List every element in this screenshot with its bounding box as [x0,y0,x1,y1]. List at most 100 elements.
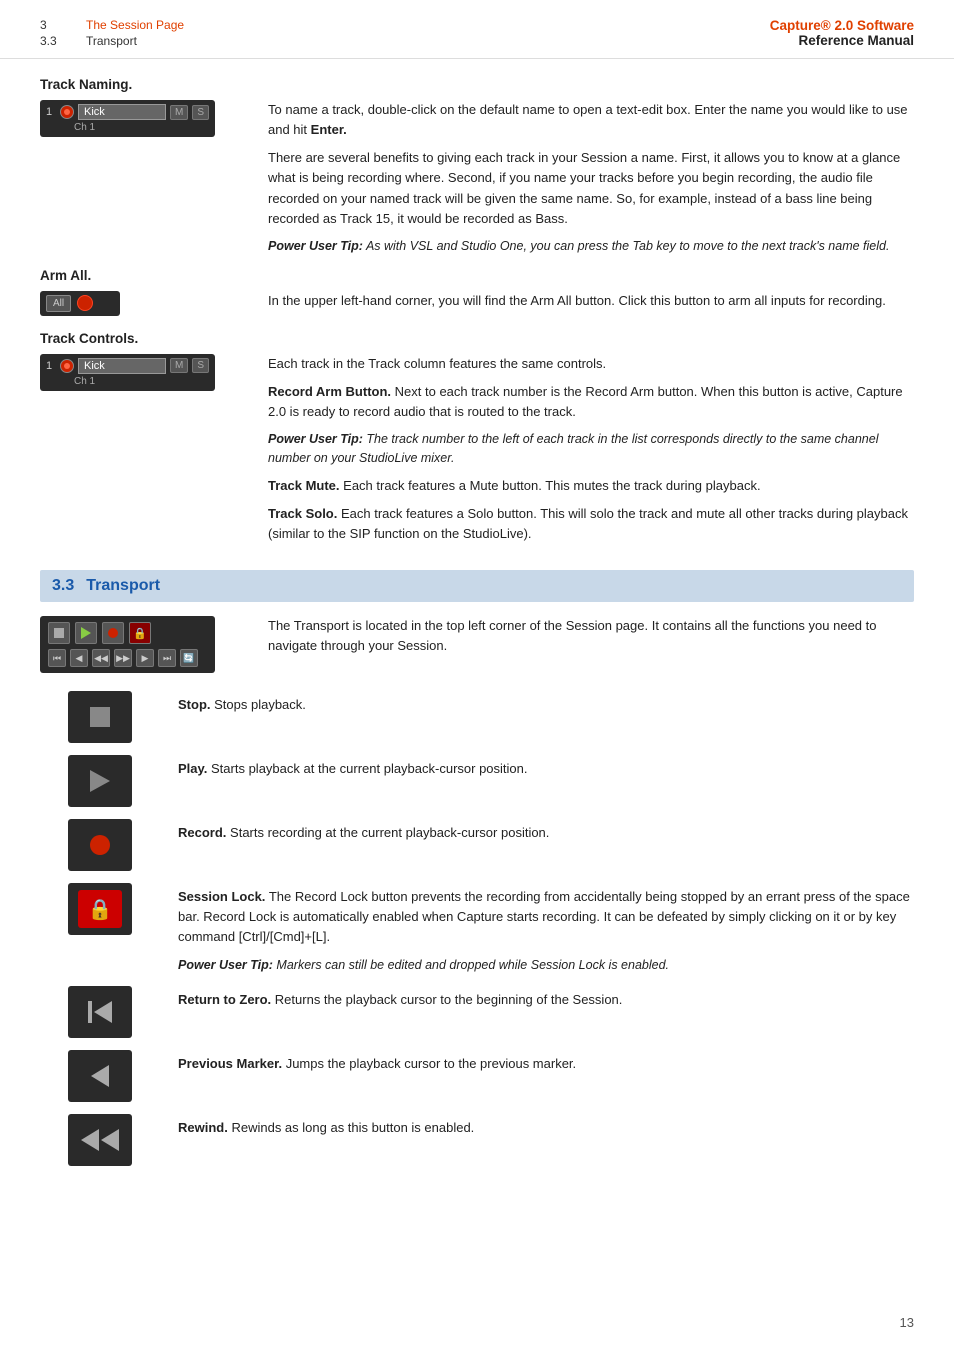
section-33-title: Transport [86,577,160,595]
rewind-icon-box [68,1114,132,1166]
play-icon-box [68,755,132,807]
lock-icon: 🔒 [78,890,122,928]
transport-rewind-text: Rewind. Rewinds as long as this button i… [178,1110,914,1138]
track-controls-solo-btn[interactable]: S [192,358,209,373]
transport-overview-text: The Transport is located in the top left… [268,616,914,656]
rewind-text: Rewinds as long as this button is enable… [231,1120,474,1135]
transport-stop-btn[interactable] [48,622,70,644]
page-container: 3 The Session Page 3.3 Transport Capture… [0,0,954,1350]
track-naming-desc: To name a track, double-click on the def… [268,100,914,256]
transport-rewind-icon-col [40,1110,160,1166]
arm-all-desc-text: In the upper left-hand corner, you will … [268,291,914,311]
play-bold: Play. [178,761,207,776]
transport-lock-text: Session Lock. The Record Lock button pre… [178,879,914,974]
track-controls-row: 1 Kick M S Ch 1 Each track in the Track … [40,354,914,552]
stop-bold: Stop. [178,697,211,712]
track-naming-label: Track Naming. [40,77,914,92]
track-widget: 1 Kick M S Ch 1 [40,100,215,137]
track-naming-widget-col: 1 Kick M S Ch 1 [40,100,250,137]
rtz-icon [88,1001,112,1023]
stop-icon-box [68,691,132,743]
transport-prev-marker-btn[interactable]: ◀ [70,649,88,667]
transport-play-icon-col [40,751,160,807]
chapter-num-2: 3.3 [40,34,62,48]
arm-all-desc: In the upper left-hand corner, you will … [268,291,914,319]
arm-all-rec-indicator [77,295,93,311]
transport-rtz-icon-col [40,982,160,1038]
prev-marker-bold: Previous Marker. [178,1056,282,1071]
header-left: 3 The Session Page 3.3 Transport [40,18,184,48]
arm-all-button[interactable]: All [46,295,71,312]
record-bold: Record. [178,825,226,840]
play-text: Starts playback at the current playback-… [211,761,527,776]
transport-lock-row: 🔒 Session Lock. The Record Lock button p… [40,879,914,974]
transport-record-icon-col [40,815,160,871]
track-naming-desc-2: There are several benefits to giving eac… [268,148,914,229]
lock-power-tip: Power User Tip: Markers can still be edi… [178,956,914,975]
track-controls-name[interactable]: Kick [78,358,166,374]
chapter-title-1: The Session Page [86,18,184,32]
chapter-num-1: 3 [40,18,62,32]
track-top-row: 1 Kick M S [46,104,209,120]
track-controls-rec-btn[interactable] [60,359,74,373]
track-solo-desc: Track Solo. Each track features a Solo b… [268,504,914,544]
rewind-bold: Rewind. [178,1120,228,1135]
transport-record-btn[interactable] [102,622,124,644]
transport-widget-col: 🔒 ⏮ ◀ ◀◀ ▶▶ ▶ ⏭ 🔄 [40,616,250,673]
chapter-line-1: 3 The Session Page [40,18,184,32]
stop-text: Stops playback. [214,697,306,712]
prev-marker-text: Jumps the playback cursor to the previou… [286,1056,576,1071]
brand-title: Capture® 2.0 Software [770,18,914,33]
transport-stop-icon-col [40,687,160,743]
track-naming-desc-1: To name a track, double-click on the def… [268,100,914,140]
page-header: 3 The Session Page 3.3 Transport Capture… [0,0,954,59]
transport-overview-row: 🔒 ⏮ ◀ ◀◀ ▶▶ ▶ ⏭ 🔄 The Transport is locat… [40,616,914,673]
transport-play-btn[interactable] [75,622,97,644]
transport-lock-btn[interactable]: 🔒 [129,622,151,644]
track-controls-top-row: 1 Kick M S [46,358,209,374]
record-icon-box [68,819,132,871]
transport-loop-btn[interactable]: 🔄 [180,649,198,667]
transport-ff-btn[interactable]: ▶▶ [114,649,132,667]
prev-marker-icon-box [68,1050,132,1102]
prev-marker-icon [91,1065,109,1087]
transport-fwd-btn[interactable]: ▶ [136,649,154,667]
track-controls-widget-col: 1 Kick M S Ch 1 [40,354,250,391]
arm-all-widget: All [40,291,120,316]
track-naming-power-tip: Power User Tip: As with VSL and Studio O… [268,237,914,256]
transport-prev-marker-row: Previous Marker. Jumps the playback curs… [40,1046,914,1102]
play-icon [90,770,110,792]
track-ch-label: Ch 1 [74,122,209,133]
arm-all-label: Arm All. [40,268,914,283]
main-content: Track Naming. 1 Kick M S Ch 1 [0,77,954,1204]
transport-overview-desc: The Transport is located in the top left… [268,616,914,664]
rtz-text: Returns the playback cursor to the begin… [275,992,623,1007]
track-mute-btn[interactable]: M [170,105,188,120]
transport-play-row: Play. Starts playback at the current pla… [40,751,914,807]
chapter-title-2: Transport [86,34,137,48]
track-solo-btn[interactable]: S [192,105,209,120]
track-controls-num: 1 [46,360,56,372]
track-rec-button[interactable] [60,105,74,119]
stop-icon [90,707,110,727]
track-controls-mute-btn[interactable]: M [170,358,188,373]
transport-rewind-btn[interactable]: ◀◀ [92,649,110,667]
transport-lock-icon-col: 🔒 [40,879,160,935]
transport-record-text: Record. Starts recording at the current … [178,815,914,843]
track-controls-power-tip: Power User Tip: The track number to the … [268,430,914,468]
transport-play-text: Play. Starts playback at the current pla… [178,751,914,779]
lock-icon-box: 🔒 [68,883,132,935]
transport-end-btn[interactable]: ⏭ [158,649,176,667]
track-name-input[interactable]: Kick [78,104,166,120]
transport-return-zero-btn[interactable]: ⏮ [48,649,66,667]
track-number: 1 [46,106,56,118]
transport-record-row: Record. Starts recording at the current … [40,815,914,871]
transport-top-row: 🔒 [48,622,207,644]
chapter-line-2: 3.3 Transport [40,34,184,48]
track-controls-widget: 1 Kick M S Ch 1 [40,354,215,391]
transport-rtz-text: Return to Zero. Returns the playback cur… [178,982,914,1010]
rewind-icon [81,1129,119,1151]
transport-stop-row: Stop. Stops playback. [40,687,914,743]
track-controls-desc: Each track in the Track column features … [268,354,914,552]
transport-prev-marker-icon-col [40,1046,160,1102]
